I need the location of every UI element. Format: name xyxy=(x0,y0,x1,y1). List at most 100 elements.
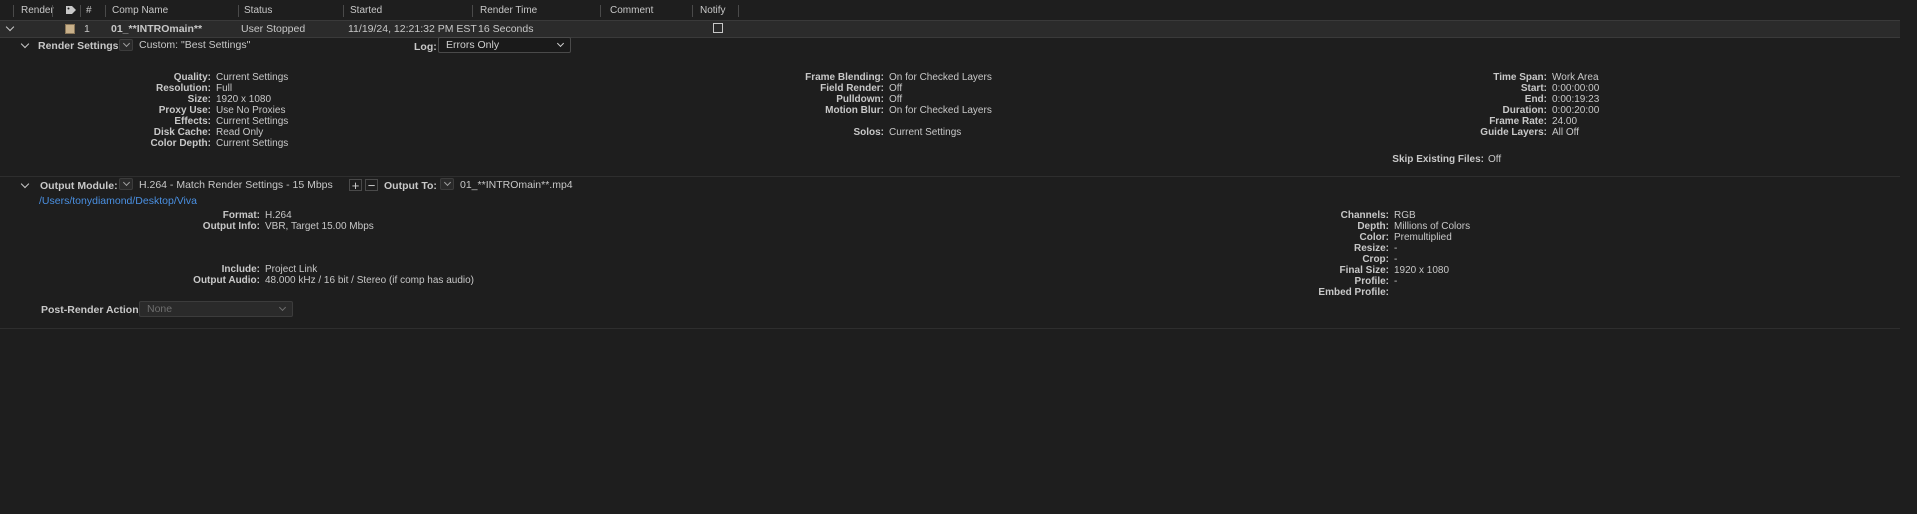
output-to-dropdown[interactable] xyxy=(440,178,454,190)
column-separator xyxy=(600,5,601,17)
setting-value[interactable]: RGB xyxy=(1394,210,1416,221)
setting-label: Field Render: xyxy=(820,83,884,94)
remove-output-module-button[interactable]: − xyxy=(365,179,378,192)
chevron-down-icon[interactable] xyxy=(20,179,30,189)
post-render-dropdown[interactable]: None xyxy=(139,301,293,317)
output-file-name[interactable]: 01_**INTROmain**.mp4 xyxy=(460,179,573,191)
setting-label: Channels: xyxy=(1340,210,1389,221)
setting-value[interactable]: Off xyxy=(889,83,902,94)
log-value: Errors Only xyxy=(446,39,500,51)
setting-label: Solos: xyxy=(853,127,884,138)
item-render-time: 16 Seconds xyxy=(478,23,534,35)
chevron-down-icon xyxy=(556,39,565,48)
output-module-preset[interactable]: H.264 - Match Render Settings - 15 Mbps xyxy=(139,179,333,191)
setting-value[interactable]: Current Settings xyxy=(216,72,288,83)
setting-value[interactable]: Premultiplied xyxy=(1394,232,1452,243)
item-status: User Stopped xyxy=(241,23,306,35)
setting-label: Guide Layers: xyxy=(1480,127,1547,138)
setting-value[interactable]: - xyxy=(1394,254,1397,265)
setting-label: Color: xyxy=(1359,232,1389,243)
post-render-value: None xyxy=(147,303,173,315)
setting-label: End: xyxy=(1524,94,1547,105)
section-divider xyxy=(0,176,1900,177)
setting-value[interactable]: Full xyxy=(216,83,232,94)
setting-label: Start: xyxy=(1520,83,1547,94)
skip-existing-label: Skip Existing Files: xyxy=(1392,154,1484,165)
col-render-time[interactable]: Render Time xyxy=(480,5,537,16)
column-separator xyxy=(80,5,81,17)
col-comment[interactable]: Comment xyxy=(610,5,653,16)
setting-value[interactable]: Project Link xyxy=(265,264,317,275)
notify-checkbox[interactable] xyxy=(713,23,723,33)
setting-label: Format: xyxy=(222,210,260,221)
setting-label: Proxy Use: xyxy=(158,105,211,116)
setting-label: Time Span: xyxy=(1493,72,1547,83)
setting-label: Output Audio: xyxy=(193,275,260,286)
setting-value[interactable]: Current Settings xyxy=(216,138,288,149)
setting-value[interactable]: Millions of Colors xyxy=(1394,221,1470,232)
render-settings-preset-dropdown[interactable] xyxy=(119,39,133,51)
col-notify[interactable]: Notify xyxy=(700,5,726,16)
setting-value[interactable]: On for Checked Layers xyxy=(889,72,992,83)
setting-label: Embed Profile: xyxy=(1318,287,1389,298)
setting-value[interactable]: 0:00:19:23 xyxy=(1552,94,1599,105)
item-number: 1 xyxy=(84,23,90,35)
col-started[interactable]: Started xyxy=(350,5,382,16)
setting-value[interactable]: - xyxy=(1394,276,1397,287)
setting-value[interactable]: 1920 x 1080 xyxy=(1394,265,1449,276)
render-settings-label: Render Settings: xyxy=(38,40,123,52)
setting-label: Include: xyxy=(221,264,260,275)
setting-value[interactable]: Off xyxy=(889,94,902,105)
setting-label: Frame Rate: xyxy=(1489,116,1547,127)
tag-icon[interactable] xyxy=(65,5,76,14)
column-separator xyxy=(52,5,53,17)
setting-value[interactable]: Current Settings xyxy=(889,127,961,138)
column-header-bar: Render # Comp Name Status Started Render… xyxy=(0,4,1917,19)
setting-value[interactable]: All Off xyxy=(1552,127,1579,138)
setting-value[interactable]: - xyxy=(1394,243,1397,254)
log-dropdown[interactable]: Errors Only xyxy=(438,37,571,53)
setting-label: Motion Blur: xyxy=(825,105,884,116)
setting-label: Resize: xyxy=(1353,243,1389,254)
setting-label: Output Info: xyxy=(202,221,260,232)
column-separator xyxy=(238,5,239,17)
setting-value[interactable]: 24.00 xyxy=(1552,116,1577,127)
setting-value[interactable]: 0:00:20:00 xyxy=(1552,105,1599,116)
setting-label: Final Size: xyxy=(1339,265,1389,276)
skip-existing-value[interactable]: Off xyxy=(1488,154,1501,165)
column-separator xyxy=(105,5,106,17)
setting-value[interactable]: On for Checked Layers xyxy=(889,105,992,116)
setting-value[interactable]: 0:00:00:00 xyxy=(1552,83,1599,94)
setting-value[interactable]: Current Settings xyxy=(216,116,288,127)
col-status[interactable]: Status xyxy=(244,5,272,16)
setting-value[interactable]: Use No Proxies xyxy=(216,105,285,116)
column-separator xyxy=(343,5,344,17)
output-path-link[interactable]: /Users/tonydiamond/Desktop/Viva xyxy=(39,195,197,207)
chevron-down-icon[interactable] xyxy=(5,22,15,32)
col-number[interactable]: # xyxy=(86,5,92,16)
setting-value[interactable]: H.264 xyxy=(265,210,292,221)
col-render[interactable]: Render xyxy=(21,5,54,16)
chevron-down-icon[interactable] xyxy=(20,39,30,49)
column-separator xyxy=(692,5,693,17)
setting-label: Pulldown: xyxy=(836,94,884,105)
setting-value[interactable]: VBR, Target 15.00 Mbps xyxy=(265,221,374,232)
render-queue-item[interactable]: 1 01_**INTROmain** User Stopped 11/19/24… xyxy=(0,20,1900,38)
setting-label: Quality: xyxy=(173,72,211,83)
item-comp-name[interactable]: 01_**INTROmain** xyxy=(111,23,202,35)
setting-label: Duration: xyxy=(1502,105,1547,116)
column-separator xyxy=(738,5,739,17)
add-output-module-button[interactable]: + xyxy=(349,179,362,192)
label-color-swatch[interactable] xyxy=(65,24,75,34)
section-divider xyxy=(0,328,1900,329)
render-settings-preset[interactable]: Custom: "Best Settings" xyxy=(139,39,250,51)
output-module-preset-dropdown[interactable] xyxy=(119,178,133,190)
col-comp-name[interactable]: Comp Name xyxy=(112,5,168,16)
setting-value[interactable]: 48.000 kHz / 16 bit / Stereo (if comp ha… xyxy=(265,275,474,286)
setting-value[interactable]: Work Area xyxy=(1552,72,1599,83)
log-label: Log: xyxy=(414,41,437,53)
setting-value[interactable]: Read Only xyxy=(216,127,263,138)
chevron-down-icon xyxy=(278,303,287,312)
setting-label: Frame Blending: xyxy=(805,72,884,83)
setting-value[interactable]: 1920 x 1080 xyxy=(216,94,271,105)
